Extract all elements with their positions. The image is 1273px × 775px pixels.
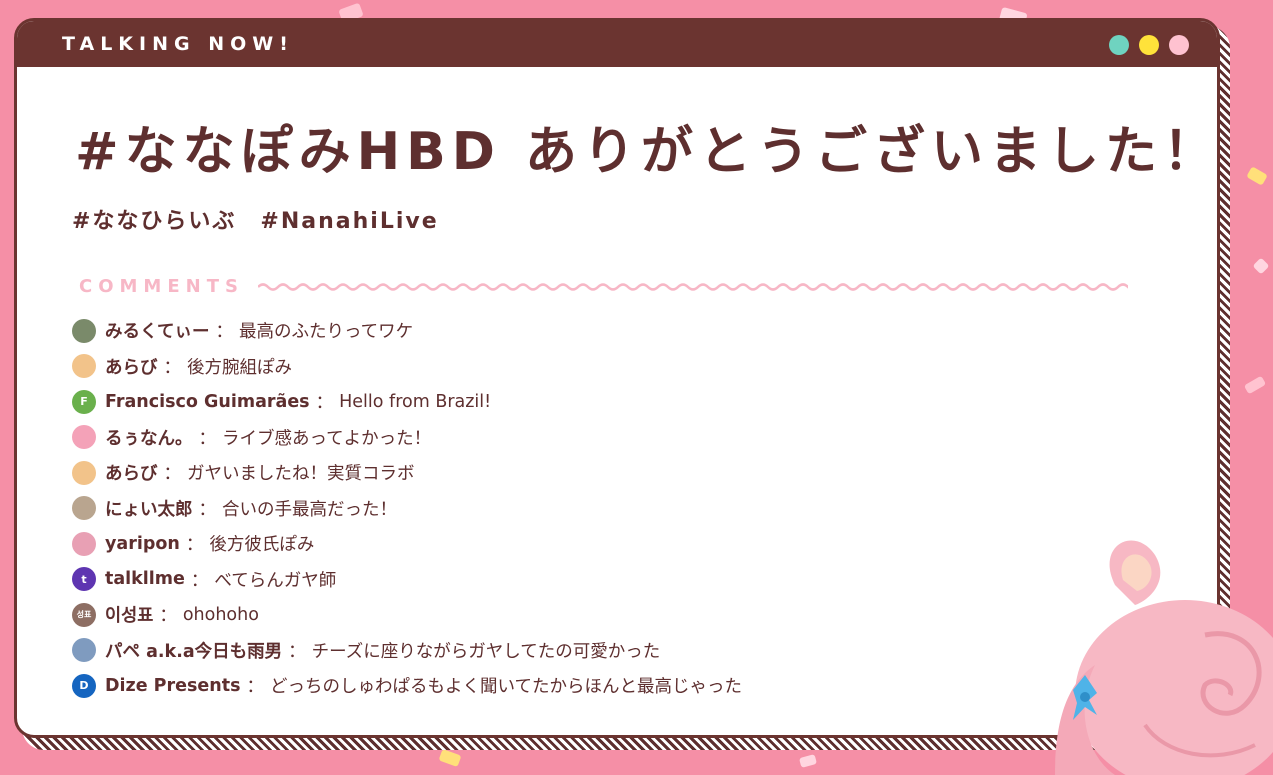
comment-author: 이성표 (105, 606, 154, 627)
comment-text: ライブ感あってよかった！ (222, 428, 432, 449)
panel-header: TALKING NOW! (17, 21, 1217, 67)
comment-row: あらび：後方腕組ぽみ (72, 349, 742, 385)
comment-author: あらび (105, 357, 158, 378)
comment-row: 성표 이성표： ohohoho (72, 597, 742, 633)
comment-text: Hello from Brazil! (339, 391, 492, 412)
comment-text: べてらんガヤ師 (214, 570, 337, 591)
window-dots (1109, 35, 1189, 55)
comment-list: みるくてぃー：最高のふたりってワケ あらび：後方腕組ぽみ F Francisco Gu… (72, 313, 742, 704)
comments-header: COMMENTS (79, 276, 1128, 297)
avatar: D (72, 673, 96, 698)
comment-separator: ： (159, 606, 177, 627)
mint-dot (1109, 35, 1129, 55)
comment-row: みるくてぃー：最高のふたりってワケ (72, 313, 742, 349)
comment-text: 後方腕組ぽみ (187, 357, 292, 378)
comment-author: Francisco Guimarães (105, 391, 310, 412)
comment-row: yaripon：後方彼氏ぽみ (72, 526, 742, 562)
comments-label: COMMENTS (79, 276, 244, 297)
main-title: #ななぽみHBD ありがとうございました！ (75, 122, 1220, 182)
avatar (72, 460, 96, 485)
comment-text: どっちのしゅわぱるもよく聞いてたからほんと最高じゃった (270, 677, 743, 698)
comment-separator: ： (190, 570, 209, 591)
comment-row: F Francisco Guimarães： Hello from Brazil! (72, 384, 742, 420)
comment-separator: ： (198, 499, 217, 520)
hashtags: #ななひらいぶ #NanahiLive (72, 209, 439, 234)
comment-row: あらび：ガヤいましたね！実質コラボ (72, 455, 742, 491)
comment-separator: ： (246, 677, 265, 698)
comment-author: にょい太郎 (105, 499, 193, 520)
avatar (72, 531, 96, 556)
comment-separator: ： (198, 428, 217, 449)
confetti-piece (1243, 375, 1267, 395)
comment-author: るぅなん。 (105, 428, 193, 449)
avatar: 성표 (72, 602, 96, 627)
comment-author: talkllme (105, 569, 185, 590)
avatar (72, 318, 96, 343)
avatar (72, 425, 96, 450)
comment-author: みるくてぃー (105, 322, 210, 343)
comment-row: D Dize Presents：どっちのしゅわぱるもよく聞いてたからほんと最高じゃ… (72, 668, 742, 704)
mascot-character-image (1055, 540, 1273, 775)
comment-text: ohohoho (182, 604, 259, 625)
comment-row: にょい太郎：合いの手最高だった！ (72, 491, 742, 527)
comment-text: 後方彼氏ぽみ (209, 535, 315, 556)
avatar: t (72, 567, 96, 592)
comment-author: yaripon (105, 533, 180, 554)
comment-row: るぅなん。：ライブ感あってよかった！ (72, 420, 742, 456)
comment-author: Dize Presents (105, 675, 241, 696)
avatar: F (72, 389, 96, 414)
comment-text: 最高のふたりってワケ (238, 322, 414, 343)
comment-row: t talkllme：べてらんガヤ師 (72, 562, 742, 598)
avatar (72, 496, 96, 521)
comment-author: あらび (105, 464, 158, 485)
comment-separator: ： (215, 322, 233, 343)
comment-separator: ： (185, 535, 204, 556)
header-title: TALKING NOW! (62, 33, 294, 55)
comment-row: パペ a.k.a今日も雨男：チーズに座りながらガヤしてたの可愛かった (72, 633, 742, 669)
comment-separator: ： (315, 393, 334, 414)
avatar (72, 638, 96, 663)
confetti-piece (1252, 257, 1270, 275)
comment-panel: TALKING NOW! #ななぽみHBD ありがとうございました！ #ななひら… (14, 18, 1220, 738)
pink-dot (1169, 35, 1189, 55)
comment-separator: ： (288, 641, 306, 662)
confetti-piece (438, 748, 462, 768)
comment-text: チーズに座りながらガヤしてたの可愛かった (311, 641, 661, 662)
confetti-piece (798, 754, 818, 768)
avatar (72, 354, 96, 379)
comment-separator: ： (163, 464, 182, 485)
yellow-dot (1139, 35, 1159, 55)
confetti-piece (1246, 166, 1268, 186)
comment-author: パペ a.k.a今日も雨男 (105, 641, 283, 662)
comment-text: ガヤいましたね！実質コラボ (187, 464, 415, 485)
comment-text: 合いの手最高だった！ (222, 499, 397, 520)
comment-separator: ： (163, 357, 182, 378)
wavy-divider (257, 282, 1128, 291)
